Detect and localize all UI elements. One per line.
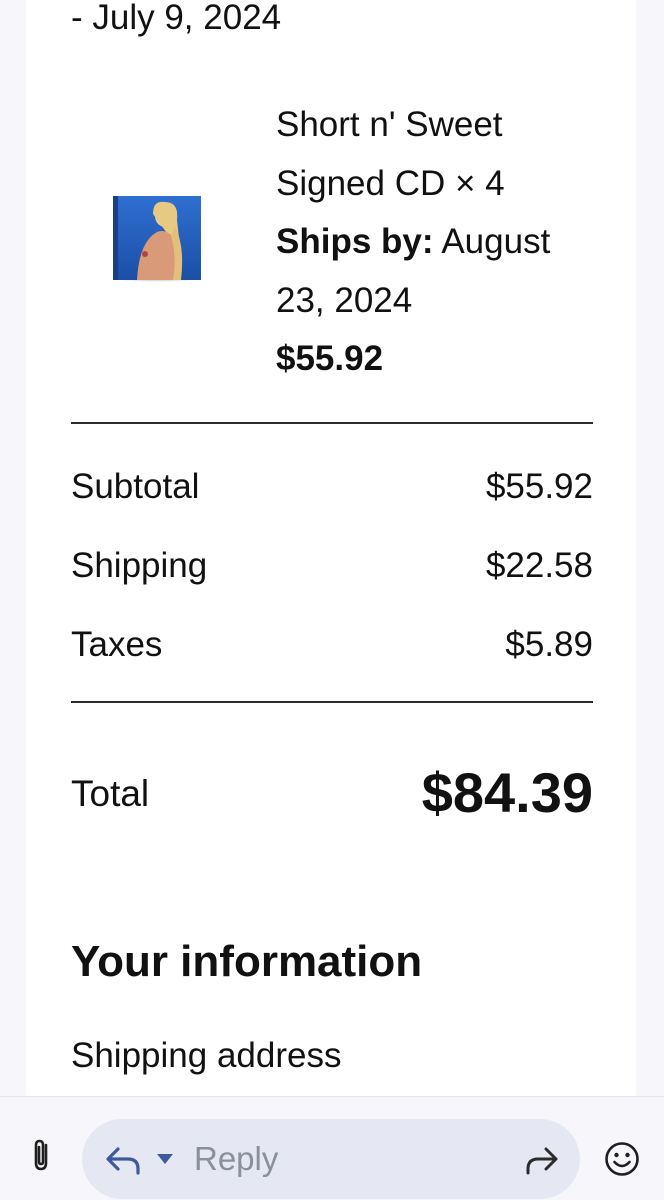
reply-input[interactable]: Reply (82, 1119, 580, 1199)
summary-value: $55.92 (485, 467, 593, 506)
your-information-heading: Your information (71, 937, 423, 986)
summary-row-shipping: Shipping $22.58 (71, 544, 593, 588)
paperclip-icon[interactable] (22, 1135, 62, 1175)
reply-placeholder: Reply (194, 1140, 279, 1177)
shipping-address-label: Shipping address (71, 1036, 342, 1075)
item-name-line2: Signed CD × 4 (276, 163, 505, 203)
summary-label: Shipping (71, 546, 208, 585)
summary-label: Subtotal (71, 467, 200, 506)
summary-label: Taxes (71, 625, 163, 664)
divider-bottom (71, 701, 593, 703)
email-view: - July 9, 2024 Short n' Sweet Signed CD … (0, 0, 664, 1200)
reply-arrow-icon[interactable] (104, 1141, 142, 1177)
divider-top (71, 422, 593, 424)
order-total: Total $84.39 (71, 760, 593, 830)
summary-row-taxes: Taxes $5.89 (71, 623, 593, 667)
summary-value: $22.58 (485, 546, 593, 585)
reply-bar: Reply (0, 1096, 664, 1200)
ships-by-value-line2: 23, 2024 (276, 280, 413, 320)
item-details: Short n' Sweet Signed CD × 4 Ships by: A… (276, 96, 596, 389)
ships-by-value-line1: August (441, 222, 551, 261)
total-label: Total (71, 773, 150, 814)
total-value: $84.39 (421, 761, 593, 824)
summary-value: $5.89 (505, 625, 593, 664)
chevron-down-icon[interactable] (156, 1153, 174, 1165)
ships-by-label: Ships by: (276, 222, 434, 261)
email-body: - July 9, 2024 Short n' Sweet Signed CD … (26, 0, 636, 1096)
forward-arrow-icon[interactable] (524, 1143, 560, 1177)
item-name-line1: Short n' Sweet (276, 105, 503, 144)
ships-by: Ships by: August (276, 213, 596, 272)
emoji-icon[interactable] (604, 1141, 640, 1177)
summary-row-subtotal: Subtotal $55.92 (71, 465, 593, 509)
order-date: - July 9, 2024 (71, 0, 282, 37)
album-cover-thumbnail (111, 196, 203, 282)
item-price: $55.92 (276, 339, 384, 378)
